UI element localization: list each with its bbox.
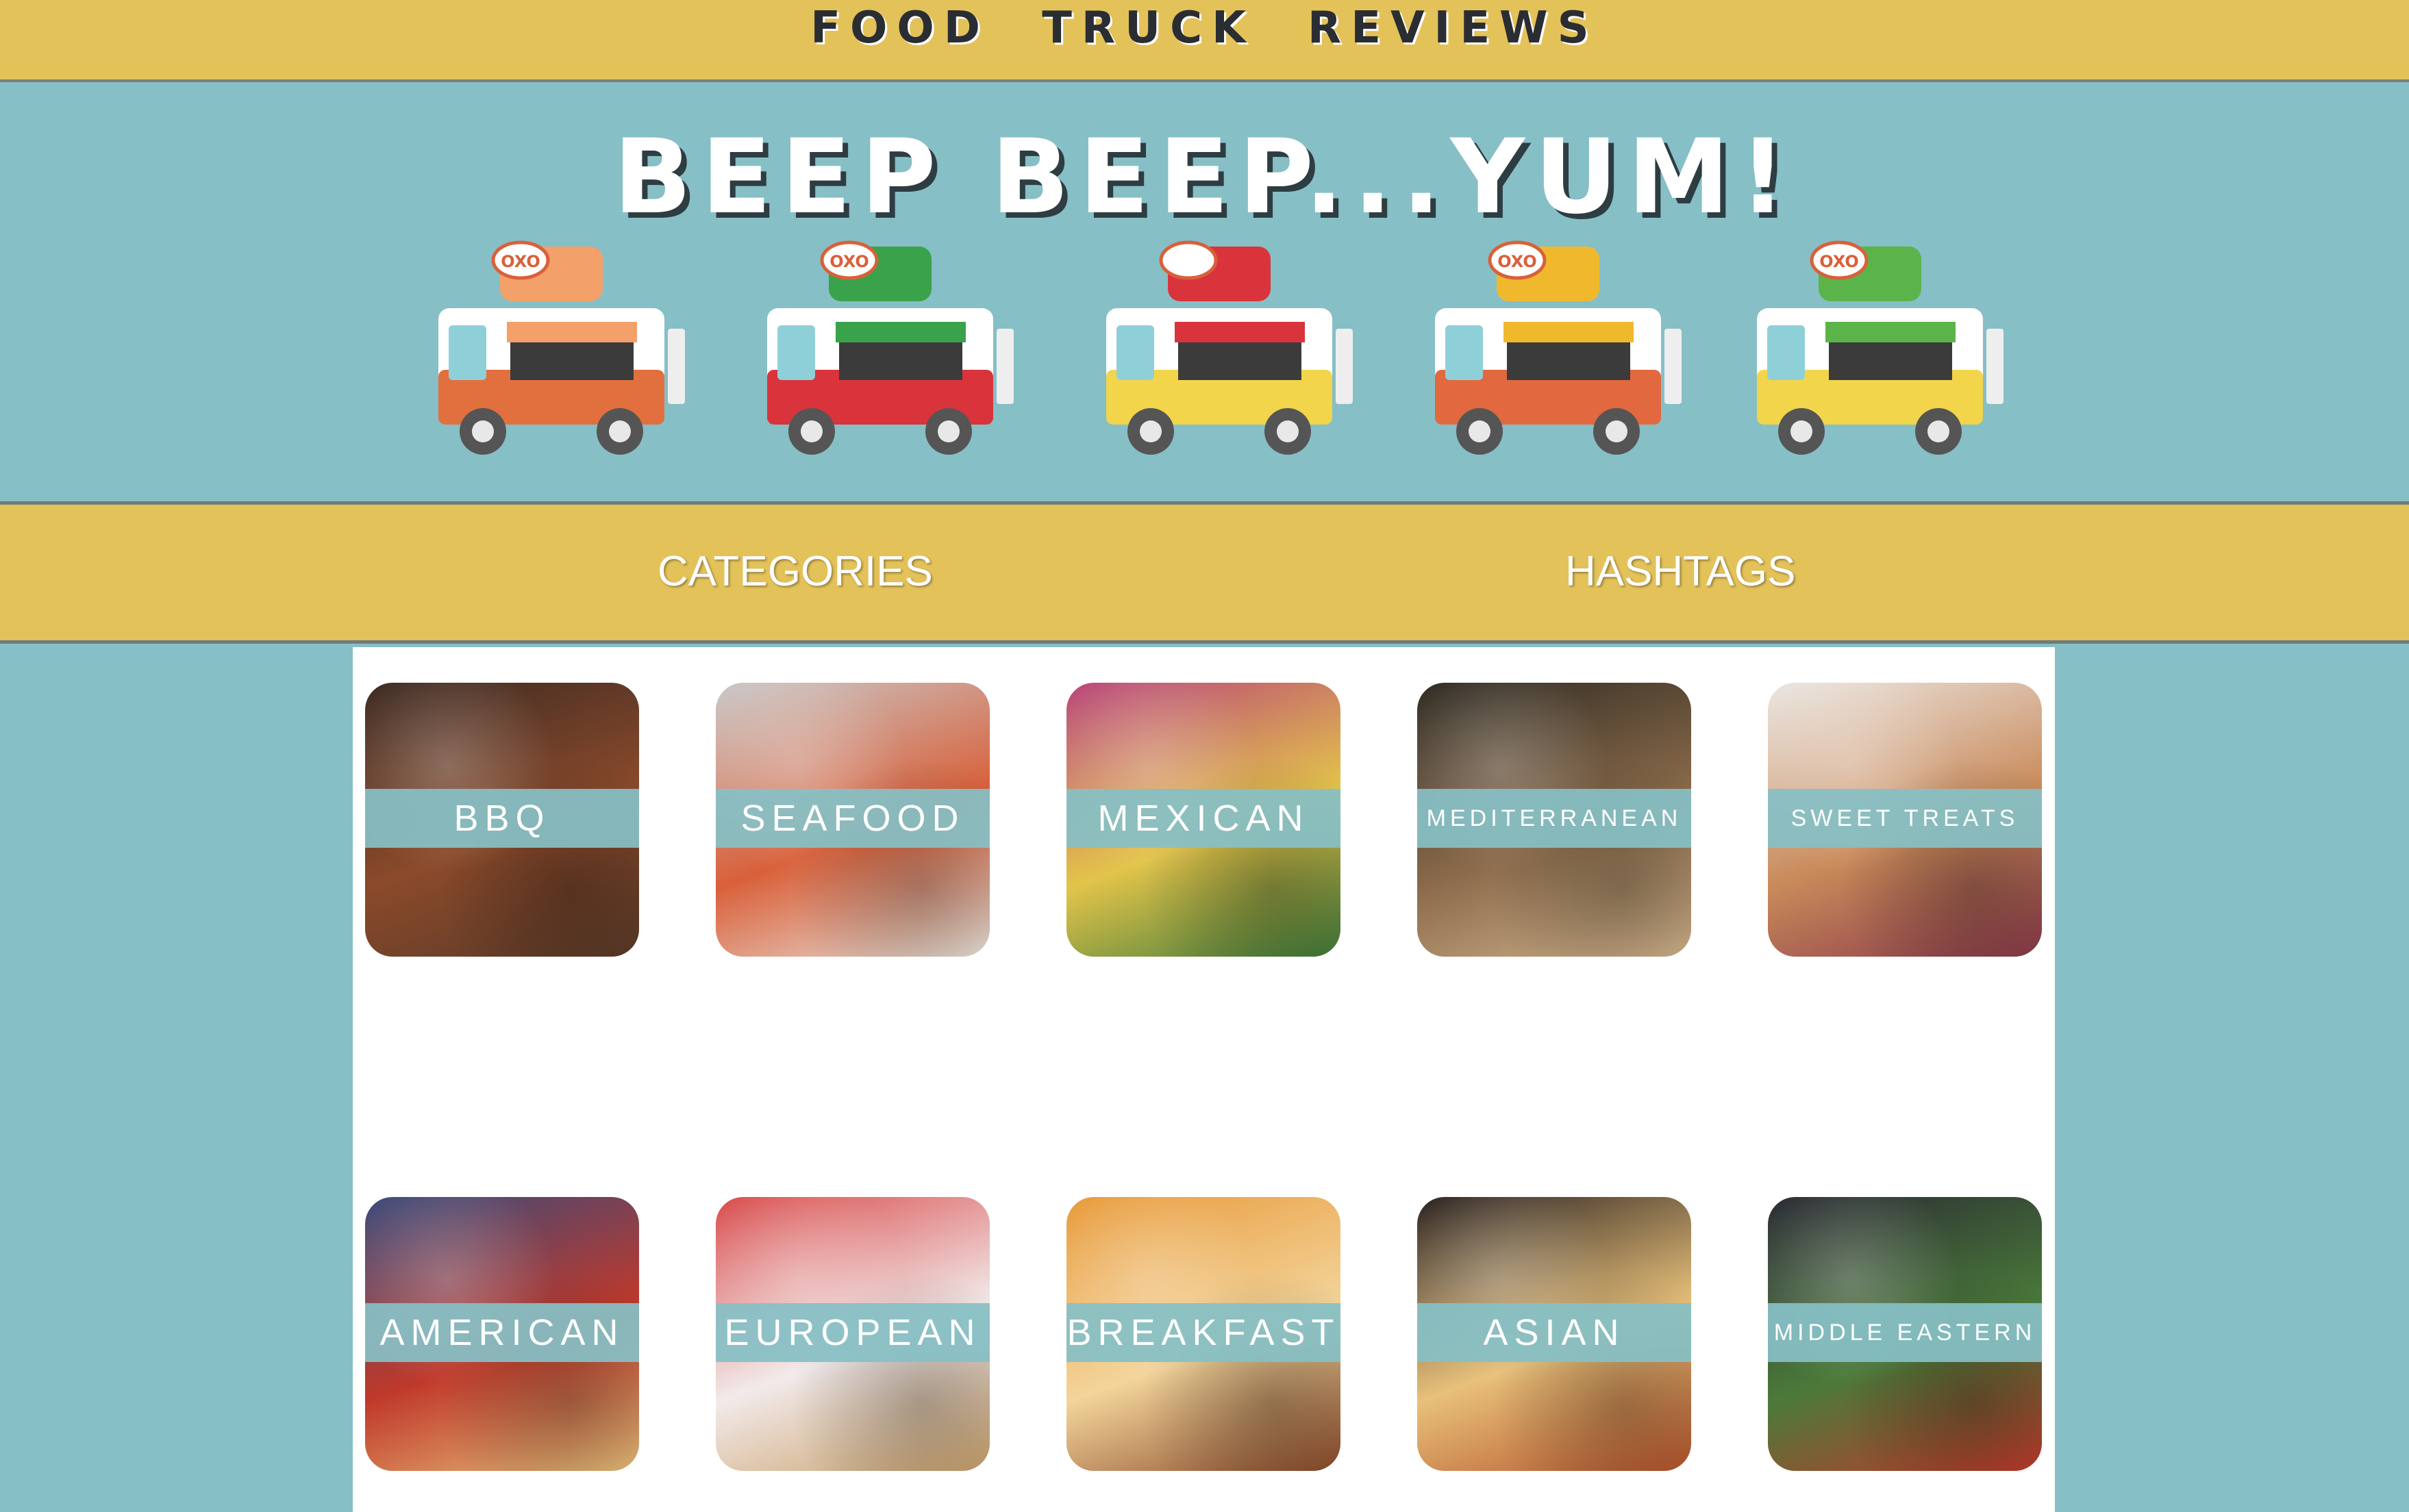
main-nav: CATEGORIES HASHTAGS [0,501,2409,644]
dumpling-truck-icon: OXO [1421,233,1688,466]
truck-roof-sign: OXO [829,252,869,271]
category-tile-seafood[interactable]: SEAFOOD [716,683,990,957]
category-tile-mexican[interactable]: MEXICAN [1066,683,1340,957]
category-label: ASIAN [1417,1303,1691,1362]
category-tile-middle-eastern[interactable]: MIDDLE EASTERN [1768,1197,2042,1471]
sushi-truck-icon: OXO [425,233,692,466]
top-banner: FOOD TRUCK REVIEWS [0,0,2409,82]
category-tile-bbq[interactable]: BBQ [365,683,639,957]
category-label: BBQ [365,789,639,848]
category-tile-european[interactable]: EUROPEAN [716,1197,990,1471]
category-tile-sweet-treats[interactable]: SWEET TREATS [1768,683,2042,957]
truck-roof-sign: OXO [1497,252,1537,271]
category-tile-american[interactable]: AMERICAN [365,1197,639,1471]
nav-hashtags-link[interactable]: HASHTAGS [1565,547,1795,596]
category-tile-mediterranean[interactable]: MEDITERRANEAN [1417,683,1691,957]
category-label: MEXICAN [1066,789,1340,848]
category-label: BREAKFAST [1066,1303,1340,1362]
pizza-truck-icon: OXO [753,233,1021,466]
category-label: EUROPEAN [716,1303,990,1362]
taco-truck-icon: OXO [1743,233,2010,466]
burger-truck-icon [1093,233,1360,466]
category-label: MIDDLE EASTERN [1768,1303,2042,1362]
truck-roof-sign: OXO [1819,252,1859,271]
category-tile-breakfast[interactable]: BREAKFAST [1066,1197,1340,1471]
nav-categories-link[interactable]: CATEGORIES [658,547,933,596]
hero-banner: BEEP BEEP...YUM! OXO OXO OXO OXO [0,82,2409,501]
site-title[interactable]: FOOD TRUCK REVIEWS [810,3,1598,53]
category-label: SEAFOOD [716,789,990,848]
category-tile-asian[interactable]: ASIAN [1417,1197,1691,1471]
category-label: MEDITERRANEAN [1417,789,1691,848]
category-grid: BBQ SEAFOOD MEXICAN MEDITERRANEAN SWEET TREA… [353,647,2055,1512]
category-label: SWEET TREATS [1768,789,2042,848]
truck-roof-sign: OXO [501,252,540,271]
hero-title: BEEP BEEP...YUM! [613,118,1796,237]
category-label: AMERICAN [365,1303,639,1362]
